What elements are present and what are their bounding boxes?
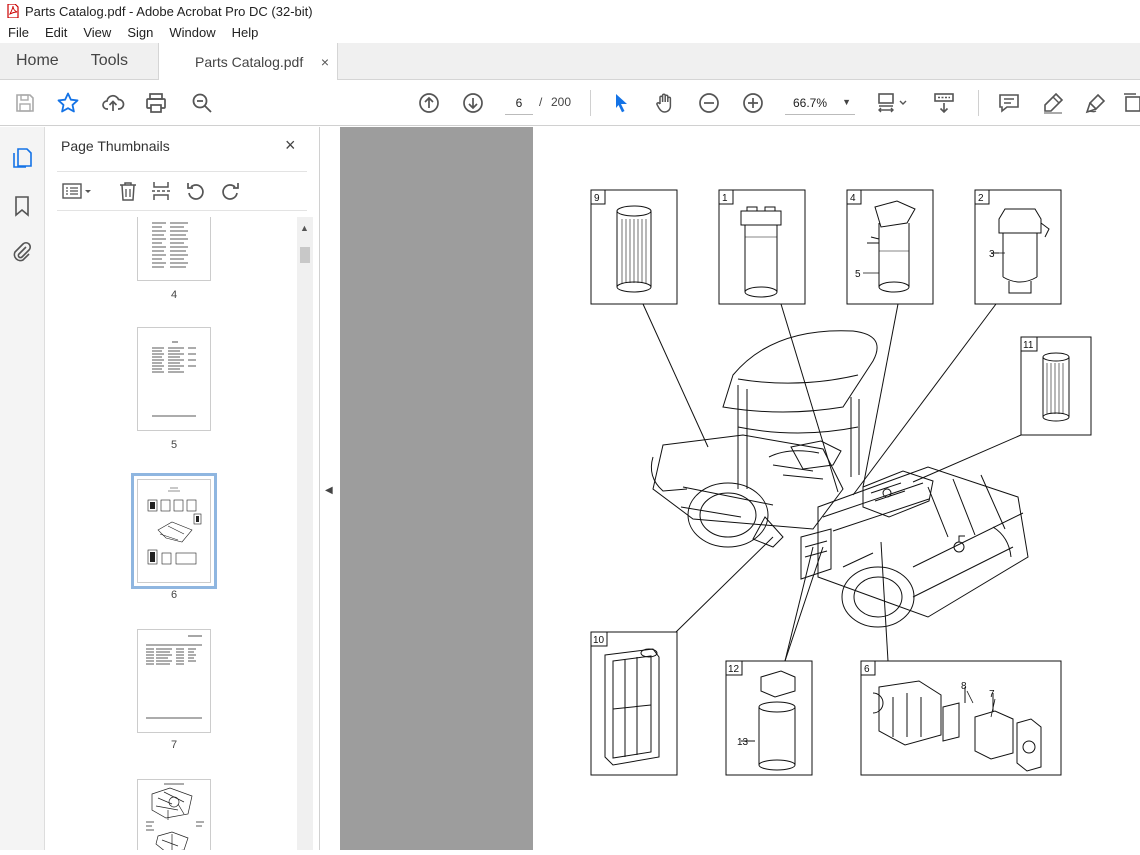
title-bar: Parts Catalog.pdf - Adobe Acrobat Pro DC… bbox=[0, 0, 1140, 22]
thumbnail-list: 4 5 6 7 bbox=[45, 217, 300, 850]
sign-pen-icon[interactable] bbox=[1083, 90, 1109, 116]
window-title: Parts Catalog.pdf - Adobe Acrobat Pro DC… bbox=[25, 3, 313, 19]
page-fit-icon[interactable] bbox=[876, 90, 912, 116]
thumbnail-page[interactable] bbox=[137, 217, 211, 281]
comment-icon[interactable] bbox=[996, 90, 1022, 116]
callout-box-4 bbox=[846, 189, 934, 305]
zoom-out-icon[interactable] bbox=[696, 90, 722, 116]
next-page-icon[interactable] bbox=[460, 90, 486, 116]
panel-collapse-handle[interactable]: ◀ bbox=[320, 127, 340, 850]
callout-number: 4 bbox=[850, 193, 856, 204]
acrobat-icon bbox=[7, 3, 19, 19]
highlight-pen-icon[interactable] bbox=[1040, 90, 1066, 116]
thumbnail-label: 7 bbox=[170, 739, 178, 751]
main-toolbar: 6 / 200 66.7% ▼ bbox=[0, 80, 1140, 126]
menu-file[interactable]: File bbox=[0, 25, 37, 40]
callout-number: 6 bbox=[864, 664, 870, 675]
panel-close-icon[interactable]: × bbox=[285, 135, 296, 156]
select-cursor-icon[interactable] bbox=[608, 90, 634, 116]
cloud-upload-icon[interactable] bbox=[100, 90, 126, 116]
page-separator: / bbox=[539, 95, 543, 109]
search-zoom-icon[interactable] bbox=[189, 90, 215, 116]
thumbnails-panel: Page Thumbnails × 4 5 6 7 ▲ bbox=[45, 127, 320, 850]
thumbnail-page[interactable] bbox=[137, 629, 211, 733]
callout-box-11 bbox=[1020, 336, 1092, 436]
callout-box-2 bbox=[974, 189, 1062, 305]
part-number: 7 bbox=[989, 689, 995, 700]
part-number: 8 bbox=[961, 681, 967, 692]
page-number-input[interactable]: 6 bbox=[505, 91, 533, 115]
collapse-arrow-icon: ◀ bbox=[325, 485, 333, 496]
panel-title: Page Thumbnails bbox=[61, 138, 170, 154]
part-number: 5 bbox=[855, 269, 861, 280]
rotate-left-icon[interactable] bbox=[185, 180, 207, 202]
pdf-page: 9 1 4 2 11 10 12 6 5 3 8 7 13 bbox=[533, 127, 1140, 850]
part-number: 13 bbox=[737, 737, 749, 748]
delete-page-icon[interactable] bbox=[117, 180, 139, 202]
tab-document[interactable]: Parts Catalog.pdf × bbox=[158, 43, 339, 80]
zoom-level-select[interactable]: 66.7% ▼ bbox=[785, 91, 855, 115]
star-icon[interactable] bbox=[55, 90, 81, 116]
tab-tools[interactable]: Tools bbox=[75, 43, 144, 79]
zoom-level-value: 66.7% bbox=[793, 95, 828, 110]
thumbnail-page-selected[interactable] bbox=[131, 473, 217, 589]
toolbar-divider bbox=[590, 90, 591, 116]
callout-number: 2 bbox=[978, 193, 984, 204]
zoom-in-icon[interactable] bbox=[740, 90, 766, 116]
tab-close-icon[interactable]: × bbox=[321, 54, 329, 70]
scrollbar-thumb[interactable] bbox=[300, 247, 310, 263]
thumbnail-label: 4 bbox=[170, 289, 178, 301]
menu-edit[interactable]: Edit bbox=[37, 25, 75, 40]
callout-number: 10 bbox=[593, 635, 605, 646]
print-icon[interactable] bbox=[143, 90, 169, 116]
callout-box-10 bbox=[590, 631, 678, 776]
parts-illustration: 9 1 4 2 11 10 12 6 5 3 8 7 13 bbox=[590, 189, 1092, 776]
scroll-up-icon[interactable]: ▲ bbox=[300, 223, 309, 233]
thumbnail-scrollbar[interactable]: ▲ bbox=[297, 217, 313, 850]
part-number: 3 bbox=[989, 249, 995, 260]
callout-number: 1 bbox=[722, 193, 728, 204]
callout-box-12 bbox=[725, 660, 813, 776]
attachment-icon[interactable] bbox=[11, 241, 33, 263]
thumbnail-page[interactable] bbox=[137, 779, 211, 850]
menu-help[interactable]: Help bbox=[224, 25, 267, 40]
thumbnail-label: 5 bbox=[170, 439, 178, 451]
save-icon[interactable] bbox=[12, 90, 38, 116]
share-icon[interactable] bbox=[1124, 90, 1140, 116]
page-thumbnails-icon[interactable] bbox=[11, 147, 33, 169]
tab-document-label: Parts Catalog.pdf bbox=[195, 53, 304, 70]
tab-bar: Home Tools Parts Catalog.pdf × bbox=[0, 43, 1140, 80]
extract-page-icon[interactable] bbox=[150, 180, 172, 202]
thumbnail-page[interactable] bbox=[137, 327, 211, 431]
panel-toolbar bbox=[57, 171, 307, 211]
page-total: 200 bbox=[551, 95, 572, 109]
bookmark-icon[interactable] bbox=[11, 195, 33, 217]
thumbnail-label: 6 bbox=[170, 589, 178, 601]
callout-number: 12 bbox=[728, 664, 740, 675]
chevron-down-icon: ▼ bbox=[842, 97, 851, 107]
rotate-right-icon[interactable] bbox=[219, 180, 241, 202]
menu-window[interactable]: Window bbox=[161, 25, 223, 40]
callout-number: 9 bbox=[594, 193, 600, 204]
menu-view[interactable]: View bbox=[75, 25, 119, 40]
hand-tool-icon[interactable] bbox=[652, 90, 678, 116]
menu-bar: File Edit View Sign Window Help bbox=[0, 22, 1140, 43]
menu-sign[interactable]: Sign bbox=[119, 25, 161, 40]
document-viewer[interactable]: 9 1 4 2 11 10 12 6 5 3 8 7 13 bbox=[340, 127, 1140, 850]
options-menu-icon[interactable] bbox=[61, 180, 95, 202]
callout-box-6 bbox=[860, 660, 1062, 776]
toolbar-divider bbox=[978, 90, 979, 116]
previous-page-icon[interactable] bbox=[416, 90, 442, 116]
scroll-mode-icon[interactable] bbox=[931, 90, 957, 116]
left-nav-rail bbox=[0, 127, 45, 850]
callout-number: 11 bbox=[1023, 340, 1034, 351]
tab-home[interactable]: Home bbox=[0, 43, 75, 79]
